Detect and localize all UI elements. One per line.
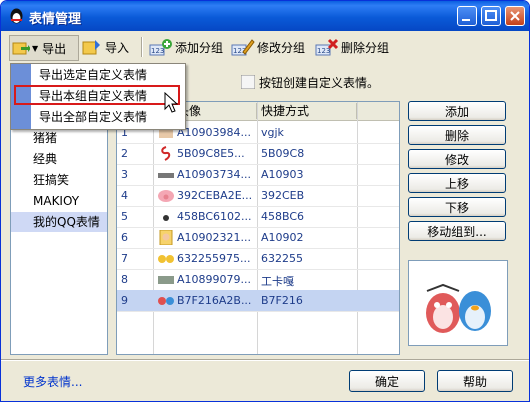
shortcut-cell: A10903 xyxy=(261,168,304,181)
table-row[interactable]: 5 458BC6102... 458BC6 xyxy=(117,206,399,228)
penguins-preview-image xyxy=(426,283,491,333)
image-name: A10902321... xyxy=(177,231,252,244)
more-emoticons-link[interactable]: 更多表情... xyxy=(23,373,82,390)
shortcut-cell: 5B09C8 xyxy=(261,147,305,160)
emoticon-manager-window: 表情管理 ▼ 导出 导入 123 添加分组 123 修改分组 123 删除分组 … xyxy=(0,0,530,402)
hint-text: 按钮创建自定义表情。 xyxy=(259,76,380,90)
minimize-button[interactable] xyxy=(457,6,477,26)
menu-item-export-selected[interactable]: 导出选定自定义表情 xyxy=(39,65,147,85)
row-number: 8 xyxy=(121,273,128,286)
emoticon-thumbnail-icon xyxy=(161,146,171,161)
import-button[interactable]: 导入 xyxy=(81,35,129,59)
category-item[interactable]: 经典 xyxy=(11,149,107,169)
close-icon xyxy=(510,11,520,21)
category-item[interactable]: MAKIOY xyxy=(11,191,107,211)
export-label: 导出 xyxy=(42,41,67,56)
chevron-down-icon: ▼ xyxy=(32,43,39,53)
table-row[interactable]: 3 A10903734... A10903 xyxy=(117,164,399,186)
minimize-icon xyxy=(462,19,470,21)
emoticon-thumbnail-icon xyxy=(158,190,174,202)
import-folder-icon xyxy=(82,40,100,55)
delete-group-label: 删除分组 xyxy=(341,40,390,55)
menu-highlight-box xyxy=(14,85,180,105)
emoticon-thumbnail-icon xyxy=(158,297,174,305)
export-folder-icon xyxy=(12,42,30,55)
shortcut-cell: vgjk xyxy=(261,126,284,139)
row-number: 2 xyxy=(121,147,128,160)
emoticon-thumbnail-icon xyxy=(158,255,174,263)
row-number: 6 xyxy=(121,231,128,244)
info-icon xyxy=(241,75,255,89)
image-name: A10899079... xyxy=(177,273,252,286)
delete-group-icon: 123 xyxy=(315,38,339,56)
help-button[interactable]: 帮助 xyxy=(437,370,513,392)
image-name: 392CEBA2E... xyxy=(177,189,253,202)
move-to-group-button[interactable]: 移动组到... xyxy=(408,221,506,241)
emoticon-preview xyxy=(408,260,508,346)
edit-group-label: 修改分组 xyxy=(257,40,306,55)
emoticon-thumbnail-icon xyxy=(159,230,173,245)
add-group-label: 添加分组 xyxy=(175,40,224,55)
shortcut-cell: A10902 xyxy=(261,231,304,244)
shortcut-cell: 632255 xyxy=(261,252,303,265)
shortcut-cell: 工卡嘎 xyxy=(261,275,294,288)
table-row[interactable]: 7 632255975... 632255 xyxy=(117,248,399,270)
category-item[interactable]: 猪猪 xyxy=(11,128,107,148)
emoticon-thumbnail-icon xyxy=(163,215,169,221)
shortcut-cell: B7F216 xyxy=(261,294,303,307)
row-number: 4 xyxy=(121,189,128,202)
qq-penguin-icon xyxy=(10,8,23,24)
add-group-icon: 123 xyxy=(149,39,172,56)
move-up-button[interactable]: 上移 xyxy=(408,173,506,193)
export-dropdown-menu: 导出选定自定义表情 导出本组自定义表情 导出全部自定义表情 xyxy=(10,63,186,130)
edit-button[interactable]: 修改 xyxy=(408,149,506,169)
category-item[interactable]: 狂搞笑 xyxy=(11,170,107,190)
image-name: 458BC6102... xyxy=(177,210,252,223)
window-title: 表情管理 xyxy=(29,12,82,27)
title-bar[interactable]: 表情管理 xyxy=(1,1,529,31)
export-button[interactable]: ▼ 导出 xyxy=(9,35,79,61)
import-label: 导入 xyxy=(105,40,130,55)
edit-group-icon: 123 xyxy=(231,39,255,56)
row-number: 9 xyxy=(121,294,128,307)
shortcut-cell: 392CEB xyxy=(261,189,305,202)
emoticon-thumbnail-icon xyxy=(158,173,174,178)
row-number: 3 xyxy=(121,168,128,181)
move-down-button[interactable]: 下移 xyxy=(408,197,506,217)
menu-item-export-all[interactable]: 导出全部自定义表情 xyxy=(39,107,147,127)
svg-text:123: 123 xyxy=(317,47,330,55)
ok-button[interactable]: 确定 xyxy=(349,370,425,392)
emoticon-thumbnail-icon xyxy=(158,276,174,284)
image-name: A10903734... xyxy=(177,168,252,181)
image-name: B7F216A2B... xyxy=(177,294,252,307)
column-header-shortcut[interactable]: 快捷方式 xyxy=(257,103,357,119)
mouse-cursor-icon xyxy=(164,92,179,113)
close-button[interactable] xyxy=(505,6,525,26)
maximize-icon xyxy=(485,10,497,21)
table-row-selected[interactable]: 9 B7F216A2B... B7F216 xyxy=(117,290,399,312)
footer-divider xyxy=(1,359,529,361)
image-name: 5B09C8E5... xyxy=(177,147,245,160)
svg-text:123: 123 xyxy=(151,47,164,55)
table-row[interactable]: 8 A10899079... 工卡嘎 xyxy=(117,269,399,291)
shortcut-cell: 458BC6 xyxy=(261,210,305,223)
image-name: A10903984... xyxy=(177,126,252,139)
delete-group-button[interactable]: 123 删除分组 xyxy=(315,35,389,59)
row-number: 5 xyxy=(121,210,128,223)
table-row[interactable]: 2 5B09C8E5... 5B09C8 xyxy=(117,143,399,165)
toolbar: ▼ 导出 导入 123 添加分组 123 修改分组 123 删除分组 xyxy=(1,31,529,63)
delete-button[interactable]: 删除 xyxy=(408,125,506,145)
edit-group-button[interactable]: 123 修改分组 xyxy=(231,35,305,59)
row-number: 7 xyxy=(121,252,128,265)
emoticon-table[interactable]: 头像 快捷方式 1 A10903984... vgjk 2 5B09C8E5..… xyxy=(116,101,400,355)
table-row[interactable]: 6 A10902321... A10902 xyxy=(117,227,399,249)
image-name: 632255975... xyxy=(177,252,251,265)
add-button[interactable]: 添加 xyxy=(408,101,506,121)
maximize-button[interactable] xyxy=(481,6,501,26)
table-row[interactable]: 4 392CEBA2E... 392CEB xyxy=(117,185,399,207)
toolbar-separator xyxy=(141,37,143,57)
category-item-selected[interactable]: 我的QQ表情 xyxy=(11,212,107,232)
add-group-button[interactable]: 123 添加分组 xyxy=(149,35,223,59)
